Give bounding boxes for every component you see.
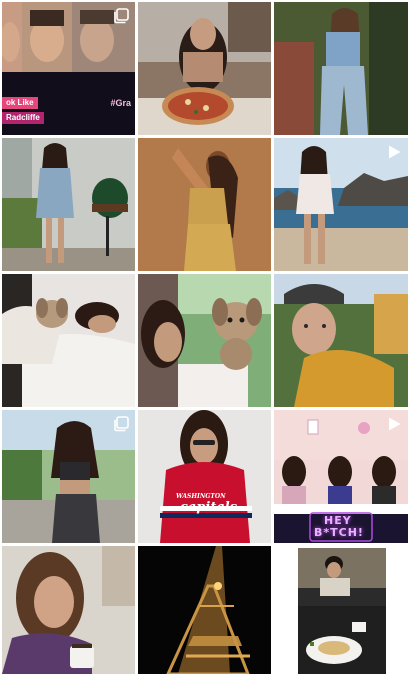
post-image <box>274 2 408 135</box>
video-play-icon <box>389 417 401 431</box>
overlay-tag: ok Like <box>2 97 38 109</box>
post-image <box>274 546 408 674</box>
post-thumbnail-12[interactable]: HEY B*TCH! <box>274 410 408 543</box>
overlay-hashtag: #Gra <box>110 98 131 108</box>
video-play-icon <box>389 145 401 159</box>
post-thumbnail-5[interactable] <box>138 138 271 271</box>
post-thumbnail-11[interactable]: WASHINGTON capitals <box>138 410 271 543</box>
jersey-big-text: capitals <box>180 500 238 515</box>
post-image <box>2 546 135 674</box>
post-thumbnail-6[interactable] <box>274 138 408 271</box>
post-thumbnail-8[interactable] <box>138 274 271 407</box>
post-image <box>2 274 135 407</box>
post-image <box>138 2 271 135</box>
overlay-tag: Radcliffe <box>2 112 44 124</box>
post-thumbnail-2[interactable] <box>138 2 271 135</box>
post-thumbnail-15[interactable] <box>274 546 408 674</box>
post-thumbnail-3[interactable] <box>274 2 408 135</box>
post-thumbnail-14[interactable] <box>138 546 271 674</box>
profile-posts-grid: ok Like Radcliffe #Gra WASHINGTON capita… <box>0 0 410 674</box>
carousel-icon <box>114 416 129 432</box>
jersey-small-text: WASHINGTON <box>176 493 226 500</box>
neon-sign-line: B*TCH! <box>314 526 364 539</box>
post-thumbnail-9[interactable] <box>274 274 408 407</box>
post-image <box>138 138 271 271</box>
carousel-icon <box>114 8 129 24</box>
post-image <box>274 274 408 407</box>
post-thumbnail-13[interactable] <box>2 546 135 674</box>
post-thumbnail-10[interactable] <box>2 410 135 543</box>
post-image <box>138 410 271 543</box>
post-image <box>138 546 271 674</box>
post-image <box>138 274 271 407</box>
post-thumbnail-1[interactable]: ok Like Radcliffe #Gra <box>2 2 135 135</box>
post-thumbnail-4[interactable] <box>2 138 135 271</box>
post-thumbnail-7[interactable] <box>2 274 135 407</box>
neon-sign-line: HEY <box>324 514 352 527</box>
post-image <box>2 138 135 271</box>
